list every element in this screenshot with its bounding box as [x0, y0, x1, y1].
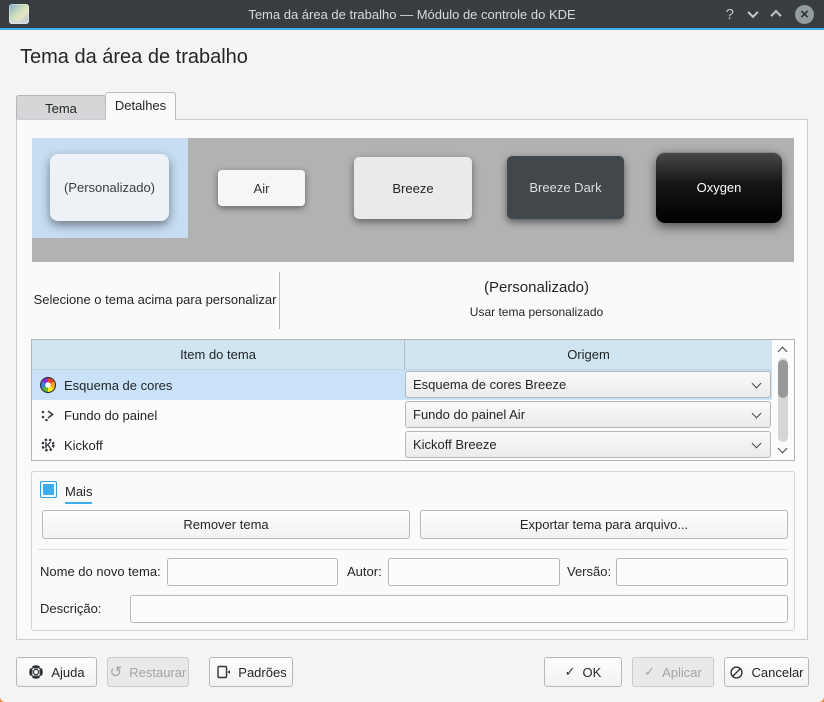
checkmark-icon: ✓ [644, 664, 655, 680]
theme-hint-text: Selecione o tema acima para personalizar [31, 263, 279, 335]
chevron-down-icon[interactable] [747, 7, 758, 18]
combobox-value: Kickoff Breeze [413, 437, 497, 452]
button-label: Ajuda [51, 665, 84, 680]
theme-card-label: Breeze [392, 181, 433, 196]
scrollbar-thumb[interactable] [778, 360, 788, 398]
button-label: Remover tema [183, 517, 268, 532]
button-label: OK [583, 665, 602, 680]
close-icon[interactable]: × [795, 5, 814, 24]
origin-combobox-panel-background[interactable]: Fundo do painel Air [405, 401, 771, 428]
scroll-up-icon[interactable] [778, 347, 788, 357]
origin-combobox-kickoff[interactable]: Kickoff Breeze [405, 431, 771, 458]
more-groupbox: Mais Remover tema Exportar tema para arq… [31, 471, 795, 631]
more-label[interactable]: Mais [65, 484, 92, 504]
theme-card-air[interactable]: Air [218, 170, 305, 206]
titlebar[interactable]: Tema da área de trabalho — Módulo de con… [0, 0, 824, 28]
document-revert-icon [215, 664, 231, 680]
theme-card-personalizado[interactable]: (Personalizado) [50, 154, 169, 221]
description-label: Descrição: [40, 595, 101, 623]
author-input[interactable] [388, 558, 560, 586]
svg-text:K: K [45, 440, 52, 451]
version-label: Versão: [567, 558, 611, 586]
theme-items-table: Item do tema Origem Esquema de cores Esq… [31, 339, 795, 461]
selected-theme-name: (Personalizado) [484, 279, 589, 296]
button-label: Cancelar [751, 665, 803, 680]
help-icon[interactable]: ? [726, 7, 734, 22]
details-panel: (Personalizado) Air Breeze Breeze Dark O… [16, 119, 808, 640]
column-header-item[interactable]: Item do tema [32, 340, 404, 369]
export-theme-button[interactable]: Exportar tema para arquivo... [420, 510, 788, 539]
new-theme-name-label: Nome do novo tema: [40, 558, 161, 586]
author-label: Autor: [347, 558, 382, 586]
apply-button[interactable]: ✓ Aplicar [632, 657, 714, 687]
chevron-down-icon [752, 409, 762, 419]
chevron-up-icon[interactable] [770, 10, 781, 21]
theme-card-label: Breeze Dark [529, 180, 601, 195]
color-wheel-icon [40, 377, 56, 393]
more-checkbox[interactable] [40, 481, 57, 498]
table-scrollbar[interactable] [772, 340, 794, 460]
page-title: Tema da área de trabalho [20, 46, 248, 69]
defaults-button[interactable]: Padrões [209, 657, 293, 687]
theme-card-breeze-dark[interactable]: Breeze Dark [507, 156, 624, 219]
item-cell: Fundo do painel [32, 400, 404, 430]
new-theme-name-input[interactable] [167, 558, 338, 586]
tab-tema[interactable]: Tema [16, 95, 106, 120]
item-label: Kickoff [64, 438, 103, 453]
theme-card-oxygen[interactable]: Oxygen [656, 152, 782, 223]
button-label: Restaurar [129, 665, 186, 680]
theme-card-label: Oxygen [697, 180, 742, 195]
item-label: Fundo do painel [64, 408, 157, 423]
panel-background-icon [40, 407, 56, 423]
titlebar-buttons: ? × [726, 0, 814, 28]
theme-card-label: (Personalizado) [64, 180, 155, 195]
table-row[interactable]: Esquema de cores Esquema de cores Breeze [32, 370, 772, 400]
cancel-button[interactable]: Cancelar [724, 657, 809, 687]
separator [38, 549, 788, 550]
tab-detalhes[interactable]: Detalhes [105, 92, 176, 120]
selected-theme-info: (Personalizado) Usar tema personalizado [280, 263, 793, 335]
combobox-value: Fundo do painel Air [413, 407, 525, 422]
item-cell: Esquema de cores [32, 370, 404, 400]
theme-card-label: Air [254, 181, 270, 196]
button-label: Aplicar [662, 665, 702, 680]
reset-button[interactable]: ↺ Restaurar [107, 657, 189, 687]
help-button[interactable]: Ajuda [16, 657, 97, 687]
origin-combobox-color-scheme[interactable]: Esquema de cores Breeze [405, 371, 771, 398]
item-cell: K Kickoff [32, 430, 404, 460]
life-buoy-icon [28, 664, 44, 680]
combobox-value: Esquema de cores Breeze [413, 377, 566, 392]
version-input[interactable] [616, 558, 788, 586]
selected-theme-description: Usar tema personalizado [470, 305, 603, 319]
kickoff-gear-icon: K [40, 437, 56, 453]
chevron-down-icon [752, 379, 762, 389]
description-input[interactable] [130, 595, 788, 623]
table-row[interactable]: K Kickoff Kickoff Breeze [32, 430, 772, 460]
window-icon [9, 4, 29, 24]
button-label: Exportar tema para arquivo... [520, 517, 688, 532]
kde-control-module-window: Tema da área de trabalho — Módulo de con… [0, 0, 824, 702]
cancel-circle-icon [729, 665, 744, 680]
table-header: Item do tema Origem [32, 340, 794, 370]
theme-card-breeze[interactable]: Breeze [354, 157, 472, 219]
theme-preview-strip: (Personalizado) Air Breeze Breeze Dark O… [32, 138, 794, 262]
item-label: Esquema de cores [64, 378, 172, 393]
chevron-down-icon [752, 439, 762, 449]
window-title: Tema da área de trabalho — Módulo de con… [0, 7, 824, 22]
undo-icon: ↺ [110, 665, 123, 680]
titlebar-accent-line [0, 28, 824, 30]
ok-button[interactable]: ✓ OK [544, 657, 622, 687]
column-header-origin[interactable]: Origem [405, 340, 772, 369]
scroll-down-icon[interactable] [778, 444, 788, 454]
button-label: Padrões [238, 665, 286, 680]
checkmark-icon: ✓ [565, 664, 576, 680]
table-row[interactable]: Fundo do painel Fundo do painel Air [32, 400, 772, 430]
remove-theme-button[interactable]: Remover tema [42, 510, 410, 539]
